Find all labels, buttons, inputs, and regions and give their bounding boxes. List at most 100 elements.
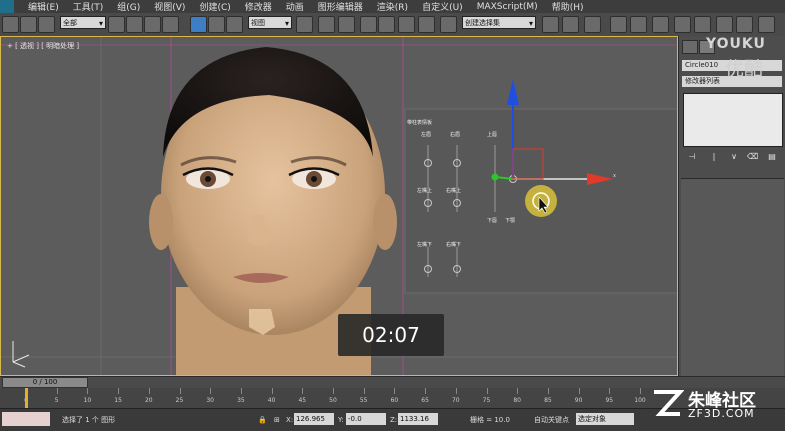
timeline-tick-label: 85 xyxy=(544,397,552,404)
remove-modifier-icon[interactable]: ⌫ xyxy=(747,152,758,162)
timeline-tick xyxy=(609,388,611,394)
timeline-tick xyxy=(179,388,181,394)
reference-coord-dropdown[interactable]: 视图 xyxy=(248,16,292,30)
align-icon[interactable] xyxy=(562,16,579,33)
edit-named-selection-icon[interactable] xyxy=(440,16,457,33)
viewport-label[interactable]: + [ 透视 ] [ 明暗处理 ] xyxy=(7,41,79,51)
show-end-result-icon[interactable]: | xyxy=(709,152,719,162)
menu-help[interactable]: 帮助(H) xyxy=(552,0,584,13)
menu-modifiers[interactable]: 修改器 xyxy=(245,0,272,13)
timeline-tick xyxy=(363,388,365,394)
main-toolbar: 全部 视图 创建选择集 xyxy=(0,13,785,37)
teapot-render-icon[interactable] xyxy=(758,16,775,33)
make-unique-icon[interactable]: ∨ xyxy=(729,152,739,162)
menu-tools[interactable]: 工具(T) xyxy=(73,0,104,13)
y-label: Y: xyxy=(338,416,344,424)
timeline-tick-label: 50 xyxy=(329,397,337,404)
menu-customize[interactable]: 自定义(U) xyxy=(422,0,463,13)
menu-create[interactable]: 创建(C) xyxy=(199,0,230,13)
link-icon[interactable] xyxy=(2,16,19,33)
selection-filter-dropdown[interactable]: 全部 xyxy=(60,16,106,30)
label-right-brow: 右眉 xyxy=(450,132,461,138)
window-crossing-icon[interactable] xyxy=(162,16,179,33)
curve-editor-icon[interactable] xyxy=(630,16,647,33)
menu-views[interactable]: 视图(V) xyxy=(154,0,185,13)
timeline-tick-label: 75 xyxy=(482,397,491,404)
select-by-name-icon[interactable] xyxy=(126,16,143,33)
timeline-tick xyxy=(486,388,488,394)
snaps-toggle-icon[interactable] xyxy=(360,16,377,33)
select-and-scale-icon[interactable] xyxy=(226,16,243,33)
time-slider[interactable]: 0 / 100 xyxy=(2,377,88,388)
menu-maxscript[interactable]: MAXScript(M) xyxy=(477,2,538,12)
lock-selection-icon[interactable]: 🔒 xyxy=(258,413,267,427)
unlink-icon[interactable] xyxy=(20,16,37,33)
pin-stack-icon[interactable]: ⊣ xyxy=(687,152,697,162)
modifier-stack[interactable] xyxy=(683,93,783,147)
timeline-tick xyxy=(547,388,549,394)
named-selection-dropdown[interactable]: 创建选择集 xyxy=(462,16,536,30)
timeline-tick-label: 55 xyxy=(359,397,368,404)
percent-snap-icon[interactable] xyxy=(398,16,415,33)
label-jaw-down: 下颚 xyxy=(505,218,516,224)
auto-key-label[interactable]: 自动关键点 xyxy=(534,413,569,427)
select-and-manipulate-icon[interactable] xyxy=(318,16,335,33)
menu-edit[interactable]: 编辑(E) xyxy=(28,0,59,13)
rectangle-selection-icon[interactable] xyxy=(144,16,161,33)
key-filter-dropdown[interactable]: 选定对象 xyxy=(576,413,634,425)
menu-graph-editors[interactable]: 图形编辑器 xyxy=(318,0,363,13)
timeline-tick xyxy=(240,388,242,394)
absolute-mode-icon[interactable]: ⊞ xyxy=(274,413,280,427)
x-coordinate-field[interactable]: 126.965 xyxy=(294,413,334,425)
x-label: X: xyxy=(286,416,294,424)
timeline-tick xyxy=(455,388,457,394)
bind-space-warp-icon[interactable] xyxy=(38,16,55,33)
timeline-tick xyxy=(118,388,120,394)
label-lower-lip: 下唇 xyxy=(487,218,498,224)
mirror-icon[interactable] xyxy=(542,16,559,33)
render-setup-icon[interactable] xyxy=(694,16,711,33)
maxscript-listener[interactable] xyxy=(2,412,50,426)
select-object-icon[interactable] xyxy=(108,16,125,33)
timeline-tick-label: 35 xyxy=(237,397,245,404)
menu-rendering[interactable]: 渲染(R) xyxy=(377,0,408,13)
zf3d-logo-icon xyxy=(654,390,684,416)
configure-sets-icon[interactable]: ▤ xyxy=(767,152,777,162)
timeline-tick-label: 10 xyxy=(83,397,92,404)
status-message: 选择了 1 个 图形 xyxy=(62,416,116,424)
timeline-tick-label: 5 xyxy=(54,397,59,404)
angle-snap-icon[interactable] xyxy=(378,16,395,33)
gizmo-z-arrow[interactable] xyxy=(507,79,519,105)
rendered-frame-icon[interactable] xyxy=(716,16,733,33)
select-and-rotate-icon[interactable] xyxy=(208,16,225,33)
use-pivot-center-icon[interactable] xyxy=(296,16,313,33)
youku-watermark-cn: 优酷 xyxy=(725,58,764,80)
menu-animation[interactable]: 动画 xyxy=(286,0,304,13)
timeline-tick-label: 70 xyxy=(451,397,460,404)
material-editor-icon[interactable] xyxy=(674,16,691,33)
timeline-tick-label: 45 xyxy=(298,397,307,404)
timeline-tick xyxy=(271,388,273,394)
select-and-move-icon[interactable] xyxy=(190,16,207,33)
command-panel: Circle010 修改器列表 ⊣ | ∨ ⌫ ▤ xyxy=(678,36,785,377)
menu-group[interactable]: 组(G) xyxy=(117,0,140,13)
z-label: Z: xyxy=(390,416,398,424)
render-production-icon[interactable] xyxy=(736,16,753,33)
tab-create[interactable] xyxy=(682,40,698,54)
timeline-tick xyxy=(394,388,396,394)
graphite-tools-icon[interactable] xyxy=(610,16,627,33)
z-coordinate-field[interactable]: 1133.16 xyxy=(398,413,438,425)
timeline-tick-label: 15 xyxy=(114,397,122,404)
app-logo[interactable] xyxy=(0,0,14,13)
layer-manager-icon[interactable] xyxy=(584,16,601,33)
current-frame-marker[interactable] xyxy=(25,388,28,408)
keyboard-shortcut-toggle-icon[interactable] xyxy=(338,16,355,33)
label-left-brow: 左眉 xyxy=(421,132,432,138)
timeline-tick-label: 40 xyxy=(267,397,276,404)
timeline-tick-label: 100 xyxy=(634,397,646,404)
spinner-snap-icon[interactable] xyxy=(418,16,435,33)
schematic-view-icon[interactable] xyxy=(652,16,669,33)
y-coordinate-field[interactable]: -0.0 xyxy=(346,413,386,425)
left-ear xyxy=(149,194,173,250)
timeline-tick-label: 80 xyxy=(513,397,522,404)
